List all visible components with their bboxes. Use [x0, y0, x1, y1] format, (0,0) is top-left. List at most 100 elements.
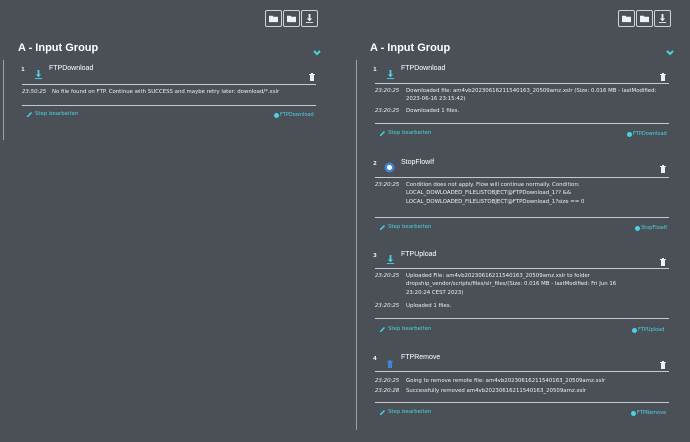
folder-icon: [640, 15, 649, 23]
log-time: 23:20:25: [375, 303, 400, 309]
delete-step-button[interactable]: [660, 354, 666, 369]
edit-step-link[interactable]: Step bearbeiten: [27, 111, 78, 117]
group-title: A - Input Group: [370, 42, 451, 54]
download-icon: [658, 14, 667, 23]
step-type-tag: StopFlowIf: [635, 225, 667, 231]
group-border: [356, 60, 357, 430]
log-time: 23:20:25: [375, 378, 400, 384]
step-number: 2: [373, 161, 377, 167]
edit-step-label: Step bearbeiten: [388, 224, 432, 230]
log-time: 23:20:28: [375, 388, 400, 394]
trash-icon: [660, 361, 666, 369]
separator: [375, 217, 669, 218]
edit-icon: [27, 112, 32, 117]
trash-icon: [660, 258, 666, 266]
log-message: Downloaded 1 files.: [406, 108, 460, 114]
log-time: 23:20:25: [375, 182, 400, 188]
log-message: Uploaded 1 files.: [406, 303, 452, 309]
edit-step-label: Step bearbeiten: [388, 326, 432, 332]
step-type-tag: FTPRemove: [631, 410, 666, 416]
edit-step-link[interactable]: Step bearbeiten: [380, 326, 431, 332]
log-message: Successfully removed am4vb20230616211540…: [406, 388, 587, 394]
right-toolbar: [617, 10, 671, 27]
edit-step-link[interactable]: Step bearbeiten: [380, 224, 431, 230]
step-number: 1: [21, 67, 25, 73]
trash-icon: [309, 73, 315, 81]
log-time: 23:50:25: [22, 89, 47, 95]
separator: [22, 105, 316, 106]
step-number: 3: [373, 253, 377, 259]
edit-step-link[interactable]: Step bearbeiten: [380, 130, 431, 136]
log-entry: 23:20:25 Uploaded 1 files.: [375, 302, 669, 311]
edit-icon: [380, 225, 385, 230]
download-button[interactable]: [301, 10, 318, 27]
separator: [375, 268, 669, 269]
folder-open-button[interactable]: [636, 10, 653, 27]
step-title[interactable]: FTPRemove: [401, 354, 440, 361]
step-type-label: FTPDownload: [633, 131, 667, 137]
log-entry: 23:20:28 Successfully removed am4vb20230…: [375, 387, 669, 396]
download-icon: [305, 14, 314, 23]
separator: [375, 177, 669, 178]
trash-icon: [660, 73, 666, 81]
edit-icon: [380, 327, 385, 332]
separator: [375, 83, 669, 84]
delete-step-button[interactable]: [309, 66, 315, 81]
stop-circle-icon: [384, 158, 395, 173]
separator: [22, 84, 316, 85]
log-entry: 23:50:25 No file found on FTP. Continue …: [22, 88, 316, 98]
chevron-down-icon[interactable]: [312, 43, 322, 56]
chevron-down-icon[interactable]: [665, 43, 675, 56]
log-message: No file found on FTP. Continue with SUCC…: [52, 89, 280, 95]
step-type-label: StopFlowIf: [641, 225, 668, 231]
step-type-tag: FTPDownload: [274, 112, 314, 118]
log-message: Uploaded File: am4vb20230616211540163_20…: [406, 273, 617, 296]
download-button[interactable]: [654, 10, 671, 27]
log-message: Downloaded file: am4vb20230616211540163_…: [406, 88, 657, 103]
folder-plus-icon: [269, 15, 278, 23]
delete-step-button[interactable]: [660, 251, 666, 266]
log-entry: 23:20:25 Uploaded File: am4vb20230616211…: [375, 272, 669, 300]
step-title[interactable]: FTPDownload: [49, 65, 93, 72]
step-type-label: FTPUpload: [638, 327, 665, 333]
step-type-label: FTPDownload: [280, 112, 314, 118]
log-message: Condition does not apply. Flow will cont…: [406, 182, 585, 205]
trash-icon: [387, 353, 393, 368]
folder-plus-button[interactable]: [618, 10, 635, 27]
step-type-tag: FTPDownload: [627, 131, 667, 137]
step-type-tag: FTPUpload: [632, 327, 664, 333]
download-arrow-icon: [34, 64, 43, 79]
step-type-label: FTPRemove: [637, 410, 667, 416]
step-title[interactable]: FTPDownload: [401, 65, 445, 72]
folder-plus-icon: [622, 15, 631, 23]
upload-arrow-icon: [386, 249, 395, 264]
group-border: [3, 60, 4, 140]
step-title[interactable]: FTPUpload: [401, 251, 436, 258]
trash-icon: [660, 165, 666, 173]
delete-step-button[interactable]: [660, 158, 666, 173]
edit-icon: [380, 131, 385, 136]
log-time: 23:20:25: [375, 273, 400, 279]
folder-open-button[interactable]: [283, 10, 300, 27]
log-entry: 23:20:25 Condition does not apply. Flow …: [375, 181, 669, 209]
log-entry: 23:20:25 Going to remove remote file: am…: [375, 377, 669, 386]
log-time: 23:20:25: [375, 108, 400, 114]
left-panel: A - Input Group 1 FTPDownload 23:50:25 N…: [0, 0, 338, 442]
separator: [375, 318, 669, 319]
edit-step-link[interactable]: Step bearbeiten: [380, 409, 431, 415]
step-title[interactable]: StopFlowIf: [401, 159, 434, 166]
step-number: 1: [373, 67, 377, 73]
log-message: Going to remove remote file: am4vb202306…: [406, 378, 606, 384]
download-arrow-icon: [386, 64, 395, 79]
left-toolbar: [264, 10, 318, 27]
log-entry: 23:20:25 Downloaded 1 files.: [375, 107, 669, 116]
right-panel: A - Input Group 1 FTPDownload 23:20:25 D…: [353, 0, 690, 442]
edit-step-label: Step bearbeiten: [388, 130, 432, 136]
edit-step-label: Step bearbeiten: [35, 111, 79, 117]
folder-plus-button[interactable]: [265, 10, 282, 27]
delete-step-button[interactable]: [660, 66, 666, 81]
edit-step-label: Step bearbeiten: [388, 409, 432, 415]
step-number: 4: [373, 356, 377, 362]
log-entry: 23:20:25 Downloaded file: am4vb202306162…: [375, 87, 669, 105]
separator: [375, 371, 669, 372]
